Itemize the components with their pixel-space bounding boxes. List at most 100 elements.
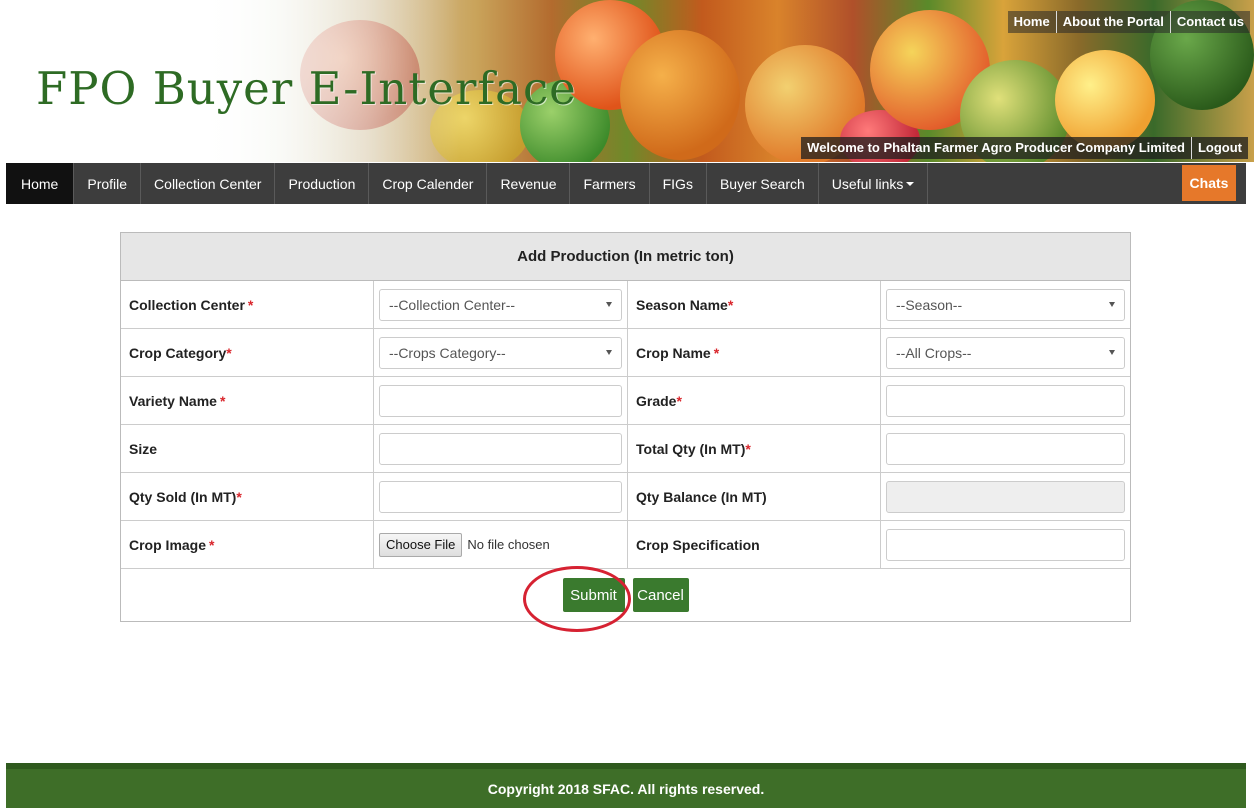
top-link-contact[interactable]: Contact us: [1169, 11, 1250, 33]
site-title: FPO Buyer E-Interface: [36, 62, 577, 115]
collection-center-cell: --Collection Center--: [374, 281, 628, 328]
crop-specification-input[interactable]: [886, 528, 1125, 561]
total-qty-label-cell: Total Qty (In MT) *: [628, 425, 881, 472]
grade-label: Grade: [636, 392, 677, 409]
variety-name-cell: [374, 377, 628, 424]
required-mark: *: [247, 296, 254, 313]
season-name-label-cell: Season Name *: [628, 281, 881, 328]
crop-category-label: Crop Category: [129, 344, 227, 361]
size-label-cell: Size: [121, 425, 374, 472]
required-mark: *: [236, 488, 242, 505]
footer: Copyright 2018 SFAC. All rights reserved…: [6, 763, 1246, 808]
form-row: Crop Category * --Crops Category-- Crop …: [121, 329, 1130, 377]
variety-name-label: Variety Name: [129, 392, 217, 409]
size-input[interactable]: [379, 432, 622, 465]
qty-sold-label-cell: Qty Sold (In MT) *: [121, 473, 374, 520]
nav-item-useful-links[interactable]: Useful links: [819, 163, 929, 204]
dropdown-arrow-icon: [1109, 350, 1115, 355]
crop-specification-cell: [881, 521, 1130, 568]
chats-button[interactable]: Chats: [1182, 165, 1236, 201]
banner-fruit-image: [620, 30, 740, 160]
required-mark: *: [713, 344, 720, 361]
nav-item-collection-center[interactable]: Collection Center: [141, 163, 276, 204]
total-qty-cell: [881, 425, 1130, 472]
nav-item-profile[interactable]: Profile: [74, 163, 142, 204]
useful-links-label: Useful links: [831, 175, 904, 192]
nav-item-home[interactable]: Home: [6, 163, 75, 204]
grade-cell: [881, 377, 1130, 424]
crop-category-select[interactable]: --Crops Category--: [379, 336, 622, 369]
highlight-circle: [523, 566, 631, 632]
required-mark: *: [676, 392, 682, 409]
caret-down-icon: [906, 181, 915, 186]
required-mark: *: [727, 296, 734, 313]
collection-center-label: Collection Center: [129, 296, 245, 313]
dropdown-arrow-icon: [606, 302, 612, 307]
top-link-about[interactable]: About the Portal: [1055, 11, 1170, 33]
collection-center-select[interactable]: --Collection Center--: [379, 288, 622, 321]
crop-category-value: --Crops Category--: [389, 344, 506, 361]
crop-name-value: --All Crops--: [896, 344, 972, 361]
qty-balance-cell: [881, 473, 1130, 520]
total-qty-input[interactable]: [886, 432, 1125, 465]
required-mark: *: [209, 536, 215, 553]
crop-name-label: Crop Name: [636, 344, 711, 361]
logout-link[interactable]: Logout: [1190, 137, 1248, 159]
main-navbar: Home Profile Collection Center Productio…: [6, 163, 1246, 204]
season-cell: --Season--: [881, 281, 1130, 328]
size-label: Size: [129, 440, 158, 457]
form-row: Collection Center * --Collection Center-…: [121, 281, 1130, 329]
form-row: Crop Image * Choose File No file chosen …: [121, 521, 1130, 569]
nav-item-figs[interactable]: FIGs: [650, 163, 707, 204]
season-name-label: Season Name: [636, 296, 728, 313]
total-qty-label: Total Qty (In MT): [636, 440, 746, 457]
dropdown-arrow-icon: [1109, 302, 1115, 307]
crop-name-label-cell: Crop Name *: [628, 329, 881, 376]
form-row: Qty Sold (In MT) * Qty Balance (In MT): [121, 473, 1130, 521]
crop-specification-label-cell: Crop Specification: [628, 521, 881, 568]
nav-item-revenue[interactable]: Revenue: [487, 163, 571, 204]
season-select[interactable]: --Season--: [886, 288, 1125, 321]
nav-item-crop-calender[interactable]: Crop Calender: [369, 163, 488, 204]
qty-sold-cell: [374, 473, 628, 520]
form-title: Add Production (In metric ton): [121, 233, 1130, 281]
top-links: Home About the Portal Contact us: [1007, 11, 1250, 33]
crop-image-cell: Choose File No file chosen: [374, 521, 628, 568]
season-value: --Season--: [896, 296, 963, 313]
crop-image-label: Crop Image: [129, 536, 207, 553]
nav-item-production[interactable]: Production: [275, 163, 370, 204]
required-mark: *: [745, 440, 751, 457]
crop-name-cell: --All Crops--: [881, 329, 1130, 376]
welcome-text: Welcome to Phaltan Farmer Agro Producer …: [807, 140, 1185, 155]
choose-file-button[interactable]: Choose File: [379, 532, 463, 557]
grade-label-cell: Grade *: [628, 377, 881, 424]
variety-name-input[interactable]: [379, 384, 622, 417]
qty-sold-label: Qty Sold (In MT): [129, 488, 237, 505]
qty-balance-input: [886, 480, 1125, 513]
crop-category-label-cell: Crop Category *: [121, 329, 374, 376]
banner-fruit-image: [1055, 50, 1155, 150]
crop-specification-label: Crop Specification: [636, 536, 760, 553]
cancel-button[interactable]: Cancel: [632, 578, 689, 612]
no-file-text: No file chosen: [467, 537, 550, 552]
crop-image-label-cell: Crop Image *: [121, 521, 374, 568]
grade-input[interactable]: [886, 384, 1125, 417]
qty-sold-input[interactable]: [379, 480, 622, 513]
collection-center-value: --Collection Center--: [389, 296, 516, 313]
add-production-form: Add Production (In metric ton) Collectio…: [120, 232, 1131, 622]
nav-item-buyer-search[interactable]: Buyer Search: [707, 163, 819, 204]
crop-category-cell: --Crops Category--: [374, 329, 628, 376]
crop-name-select[interactable]: --All Crops--: [886, 336, 1125, 369]
qty-balance-label-cell: Qty Balance (In MT): [628, 473, 881, 520]
top-link-home[interactable]: Home: [1008, 11, 1056, 33]
qty-balance-label: Qty Balance (In MT): [636, 488, 767, 505]
size-cell: [374, 425, 628, 472]
collection-center-label-cell: Collection Center *: [121, 281, 374, 328]
required-mark: *: [226, 344, 232, 361]
required-mark: *: [219, 392, 226, 409]
form-row: Size Total Qty (In MT) *: [121, 425, 1130, 473]
form-row: Variety Name * Grade *: [121, 377, 1130, 425]
welcome-bar: Welcome to Phaltan Farmer Agro Producer …: [801, 137, 1248, 159]
dropdown-arrow-icon: [606, 350, 612, 355]
nav-item-farmers[interactable]: Farmers: [570, 163, 650, 204]
